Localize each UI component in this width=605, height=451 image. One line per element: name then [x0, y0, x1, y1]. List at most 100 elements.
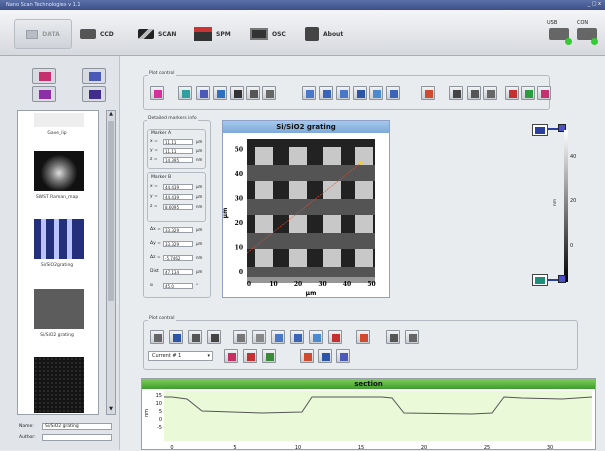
plot-tool-button[interactable]: [262, 349, 276, 363]
plot-tool-button[interactable]: [309, 330, 323, 344]
plot-tool-button[interactable]: [169, 330, 183, 344]
thumbnail-scrollbar[interactable]: ▲ ▼: [106, 110, 116, 415]
marker-field-value[interactable]: 11.11: [163, 148, 193, 154]
export-button[interactable]: [32, 86, 56, 102]
plot-tool-button[interactable]: [421, 86, 435, 100]
tool-icon: [471, 90, 479, 98]
plot-tool-button[interactable]: [356, 330, 370, 344]
plot-tool-button[interactable]: [207, 330, 221, 344]
plot-tool-button[interactable]: [405, 330, 419, 344]
thumbnail-image[interactable]: [34, 357, 84, 413]
save-button[interactable]: [82, 68, 106, 84]
thumbnail-image[interactable]: [34, 113, 84, 127]
window-controls[interactable]: _ □ x: [588, 1, 601, 7]
marker-field-value[interactable]: 44.439: [163, 194, 193, 200]
grating-square: [289, 147, 307, 165]
plot-tool-button[interactable]: [449, 86, 463, 100]
marker-field-value[interactable]: 33.329: [163, 227, 193, 233]
spm-button[interactable]: SPM: [194, 22, 231, 46]
colorbar-min-handle[interactable]: [532, 274, 548, 286]
spm-label: SPM: [216, 30, 231, 38]
plot-tool-button[interactable]: [243, 349, 257, 363]
plot-tool-button[interactable]: [521, 86, 535, 100]
scan-button[interactable]: SCAN: [138, 22, 176, 46]
plot-canvas[interactable]: 0 10 20 30 40 50 0 10 20 30 40 50 μm μm: [223, 133, 389, 297]
grating-square: [355, 249, 373, 267]
plot-tool-button[interactable]: [150, 330, 164, 344]
open-folder-button[interactable]: [32, 68, 56, 84]
marker-field-value[interactable]: -5.7462: [163, 255, 193, 261]
plot-tool-button[interactable]: [386, 86, 400, 100]
section-x-tick: 20: [421, 445, 427, 451]
section-x-tick: 10: [295, 445, 301, 451]
plot-tool-button[interactable]: [196, 86, 210, 100]
marker-field-unit: μm: [196, 241, 203, 246]
plot-tool-button[interactable]: [369, 86, 383, 100]
plot-tool-button[interactable]: [178, 86, 192, 100]
colorbar-max-handle[interactable]: [532, 124, 548, 136]
scroll-thumb[interactable]: [108, 121, 114, 301]
marker-field-value[interactable]: 44.439: [163, 184, 193, 190]
tool-icon: [200, 90, 208, 98]
grating-stripe: [247, 199, 375, 215]
marker-a-label: Marker A: [151, 131, 172, 136]
marker-field-value[interactable]: 14.395: [163, 157, 193, 163]
marker-field-value[interactable]: 47.134: [163, 269, 193, 275]
plot-tool-button[interactable]: [271, 330, 285, 344]
author-field[interactable]: [42, 434, 112, 441]
plot-x-tick: 0: [247, 281, 251, 288]
current-select[interactable]: Current # 1 ▾: [148, 351, 213, 361]
plot-tool-button[interactable]: [353, 86, 367, 100]
author-label: Author:: [19, 435, 36, 440]
plot-tool-button[interactable]: [505, 86, 519, 100]
plot-tool-button[interactable]: [233, 330, 247, 344]
plot-tool-button[interactable]: [300, 349, 314, 363]
plot-tool-button[interactable]: [336, 349, 350, 363]
section-plot[interactable]: section 15 10 5 0 -5 0 5 10 15 20 25 30 nm: [141, 378, 596, 451]
about-button[interactable]: About: [305, 22, 343, 46]
plot-tool-button[interactable]: [386, 330, 400, 344]
plot-tool-button[interactable]: [328, 330, 342, 344]
thumbnail-image[interactable]: [34, 151, 84, 191]
section-y-tick: -5: [157, 425, 162, 431]
marker-field-value[interactable]: 33.329: [163, 241, 193, 247]
section-y-tick: 5: [159, 409, 162, 415]
plot-tool-button[interactable]: [467, 86, 481, 100]
data-tab-button[interactable]: DATA: [14, 19, 72, 49]
plot-tool-button[interactable]: [319, 86, 333, 100]
ccd-button[interactable]: CCD: [80, 22, 114, 46]
scroll-down-icon[interactable]: ▼: [107, 406, 115, 414]
plot-tool-button[interactable]: [336, 86, 350, 100]
plot-tool-button[interactable]: [318, 349, 332, 363]
marker-field-value[interactable]: 8.6095: [163, 204, 193, 210]
plot-tool-button[interactable]: [188, 330, 202, 344]
plot-tool-button[interactable]: [246, 86, 260, 100]
thumbnail-image[interactable]: [34, 289, 84, 329]
plot-tool-button[interactable]: [537, 86, 551, 100]
tool-icon: [360, 334, 368, 342]
osc-button[interactable]: OSC: [250, 22, 286, 46]
plot-tool-button[interactable]: [302, 86, 316, 100]
plot-tool-button[interactable]: [262, 86, 276, 100]
name-field[interactable]: Si/SiO2 grating: [42, 423, 112, 430]
plot-tool-button[interactable]: [252, 330, 266, 344]
topography-plot[interactable]: Si/SiO2 grating 0 10 20 30 40 50 0 10 20 30 40 50 …: [222, 120, 390, 298]
marker-field-label: Dist: [150, 269, 159, 274]
thumbnail-image[interactable]: [34, 219, 84, 259]
marker-field-label: Δz =: [150, 255, 161, 260]
scroll-up-icon[interactable]: ▲: [107, 111, 115, 119]
plot-tool-button[interactable]: [150, 86, 164, 100]
plot-tool-button[interactable]: [483, 86, 497, 100]
plot-tool-button[interactable]: [290, 330, 304, 344]
colorbar-min-button[interactable]: [558, 275, 566, 283]
color-swatch-icon: [535, 277, 545, 284]
marker-field-value[interactable]: 11.11: [163, 139, 193, 145]
tool-icon: [275, 334, 283, 342]
delete-button[interactable]: [82, 86, 106, 102]
plot-tool-button[interactable]: [224, 349, 238, 363]
plot-tool-button[interactable]: [213, 86, 227, 100]
thumbnail-list[interactable]: Gave_lip SWST Raman_map Si/SiO2grating S…: [17, 110, 99, 415]
section-canvas[interactable]: 15 10 5 0 -5 0 5 10 15 20 25 30 nm: [142, 389, 595, 451]
plot-tool-button[interactable]: [230, 86, 244, 100]
marker-field-value[interactable]: 45.0: [163, 283, 193, 289]
